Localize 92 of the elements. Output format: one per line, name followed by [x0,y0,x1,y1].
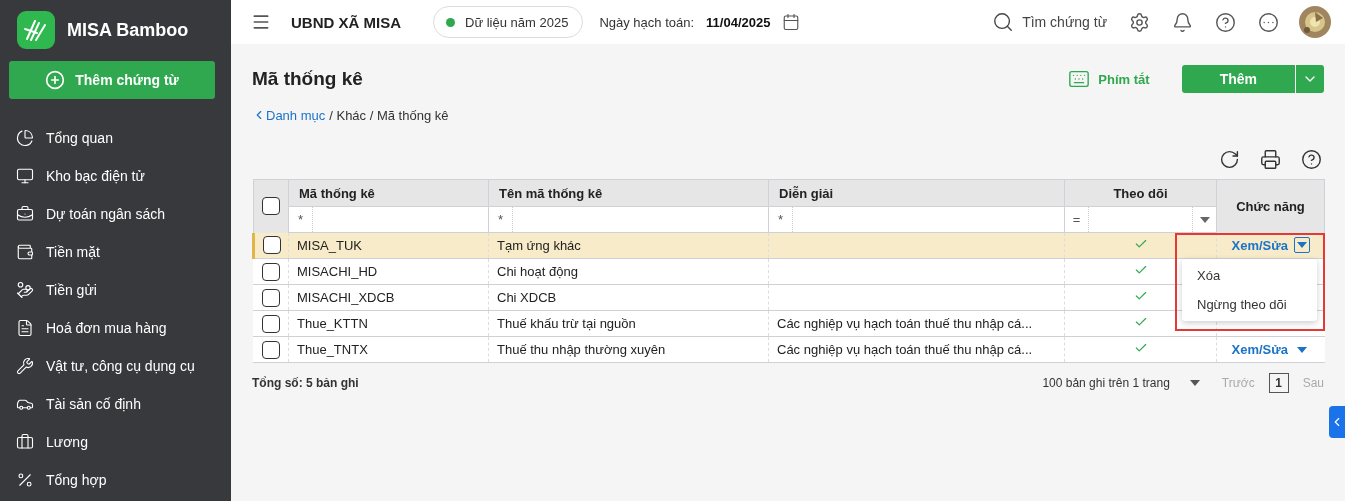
help-icon[interactable] [1301,148,1322,170]
sidebar-item[interactable]: Tiền mặt [0,233,231,271]
table-cell: Các nghiệp vụ hạch toán thuế thu nhập cá... [768,310,1065,337]
filter-field[interactable]: = [1064,206,1217,233]
sidebar-label: Hoá đơn mua hàng [46,320,167,336]
briefcase-icon [16,205,34,223]
sidebar-item[interactable]: Tài sản cố định [0,385,231,423]
sidebar-item[interactable]: Hoá đơn mua hàng [0,309,231,347]
total-count: Tổng số: 5 bản ghi [252,376,359,390]
page-size-selector[interactable]: 100 bản ghi trên 1 trang [1042,376,1200,390]
brand-name: MISA Bamboo [67,19,189,41]
sidebar-label: Lương [46,434,88,450]
document-icon [16,319,34,337]
search-field[interactable]: Tìm chứng từ [992,11,1107,33]
filter-field[interactable]: * [488,206,769,233]
date-label: Ngày hạch toán: [599,14,695,30]
sidebar-label: Tiền mặt [46,244,100,260]
row-checkbox[interactable] [262,236,281,255]
monitor-icon [16,167,34,185]
table-cell: Thue_KTTN [288,310,489,337]
table-cell: Thue_TNTX [288,336,489,363]
sidebar-label: Kho bạc điện tử [46,168,145,184]
filter-field[interactable]: * [768,206,1065,233]
breadcrumb-trail: / Khác / Mã thống kê [329,107,449,123]
menu-item[interactable]: Ngừng theo dõi [1182,290,1317,319]
help-icon[interactable] [1215,11,1236,33]
calendar-icon[interactable] [782,13,801,31]
table-cell: MISACHI_HD [288,258,489,285]
sidebar-label: Vật tư, công cụ dụng cụ [46,358,195,374]
column-header[interactable]: Chức năng [1216,179,1325,233]
caret-icon[interactable] [1293,237,1310,254]
select-all-checkbox[interactable] [262,197,280,216]
wallet-icon [16,243,34,261]
row-checkbox[interactable] [262,340,280,359]
row-checkbox[interactable] [262,262,280,281]
table-cell: Thuế khấu trừ tại nguồn [488,310,769,337]
breadcrumb-link[interactable]: Danh mục [252,107,326,123]
search-icon [992,11,1015,33]
caret-icon[interactable] [1199,216,1210,223]
briefcase-icon [16,433,34,451]
column-header[interactable]: Mã thống kê [288,179,489,207]
collapse-tab[interactable] [1329,406,1345,438]
row-checkbox[interactable] [262,314,280,333]
caret-icon [1189,380,1200,386]
filter-field[interactable]: * [288,206,489,233]
pie-chart-icon [16,129,34,147]
refresh-icon[interactable] [1219,148,1240,170]
sidebar-item[interactable]: Lương [0,423,231,461]
bell-icon[interactable] [1172,11,1193,33]
printer-icon[interactable] [1260,148,1281,170]
table-cell: Thuế thu nhập thường xuyên [488,336,769,363]
sidebar-label: Tổng hợp [46,472,107,488]
sidebar-label: Dự toán ngân sách [46,206,166,222]
row-checkbox[interactable] [262,288,280,307]
table-cell: MISACHI_XDCB [288,284,489,311]
page-number[interactable]: 1 [1268,373,1289,393]
sidebar-item[interactable]: Dự toán ngân sách [0,195,231,233]
tools-icon [16,357,34,375]
menu-icon[interactable] [251,12,271,32]
sidebar-item[interactable]: Tổng hợp [0,461,231,499]
column-header[interactable]: Diễn giải [768,179,1065,207]
sidebar-item[interactable]: Vật tư, công cụ dụng cụ [0,347,231,385]
sidebar-item[interactable]: Kho bạc điện tử [0,157,231,195]
check-icon [1133,263,1148,277]
more-icon[interactable] [1258,11,1279,33]
check-icon [1133,237,1148,251]
sidebar-label: Tiền gửi [46,282,97,298]
coin-hand-icon [16,281,34,299]
keyboard-icon [1068,68,1091,90]
organization-name: UBND XÃ MISA [291,13,401,31]
page-title: Mã thống kê [252,68,363,90]
status-dot-icon [446,17,455,27]
column-header[interactable]: Theo dõi [1064,179,1217,207]
sidebar-label: Tài sản cố định [46,396,141,412]
sidebar-item[interactable]: Tiền gửi [0,271,231,309]
logo-icon [17,11,55,49]
table-cell: Tạm ứng khác [488,232,769,259]
menu-item[interactable]: Xóa [1182,261,1317,290]
table-cell: Chi hoạt động [488,258,769,285]
table-cell: Chi XDCB [488,284,769,311]
date-value: 11/04/2025 [706,14,771,30]
settings-icon[interactable] [1129,11,1150,33]
sidebar-item[interactable]: Tổng quan [0,119,231,157]
sidebar-label: Tổng quan [46,130,113,146]
table-cell: Các nghiệp vụ hạch toán thuế thu nhập cá... [768,336,1065,363]
table-cell: MISA_TUK [288,232,489,259]
plus-icon [45,70,66,90]
check-icon [1133,289,1148,303]
check-icon [1133,341,1148,355]
column-header[interactable]: Tên mã thống kê [488,179,769,207]
check-icon [1133,315,1148,329]
percent-icon [16,471,34,489]
